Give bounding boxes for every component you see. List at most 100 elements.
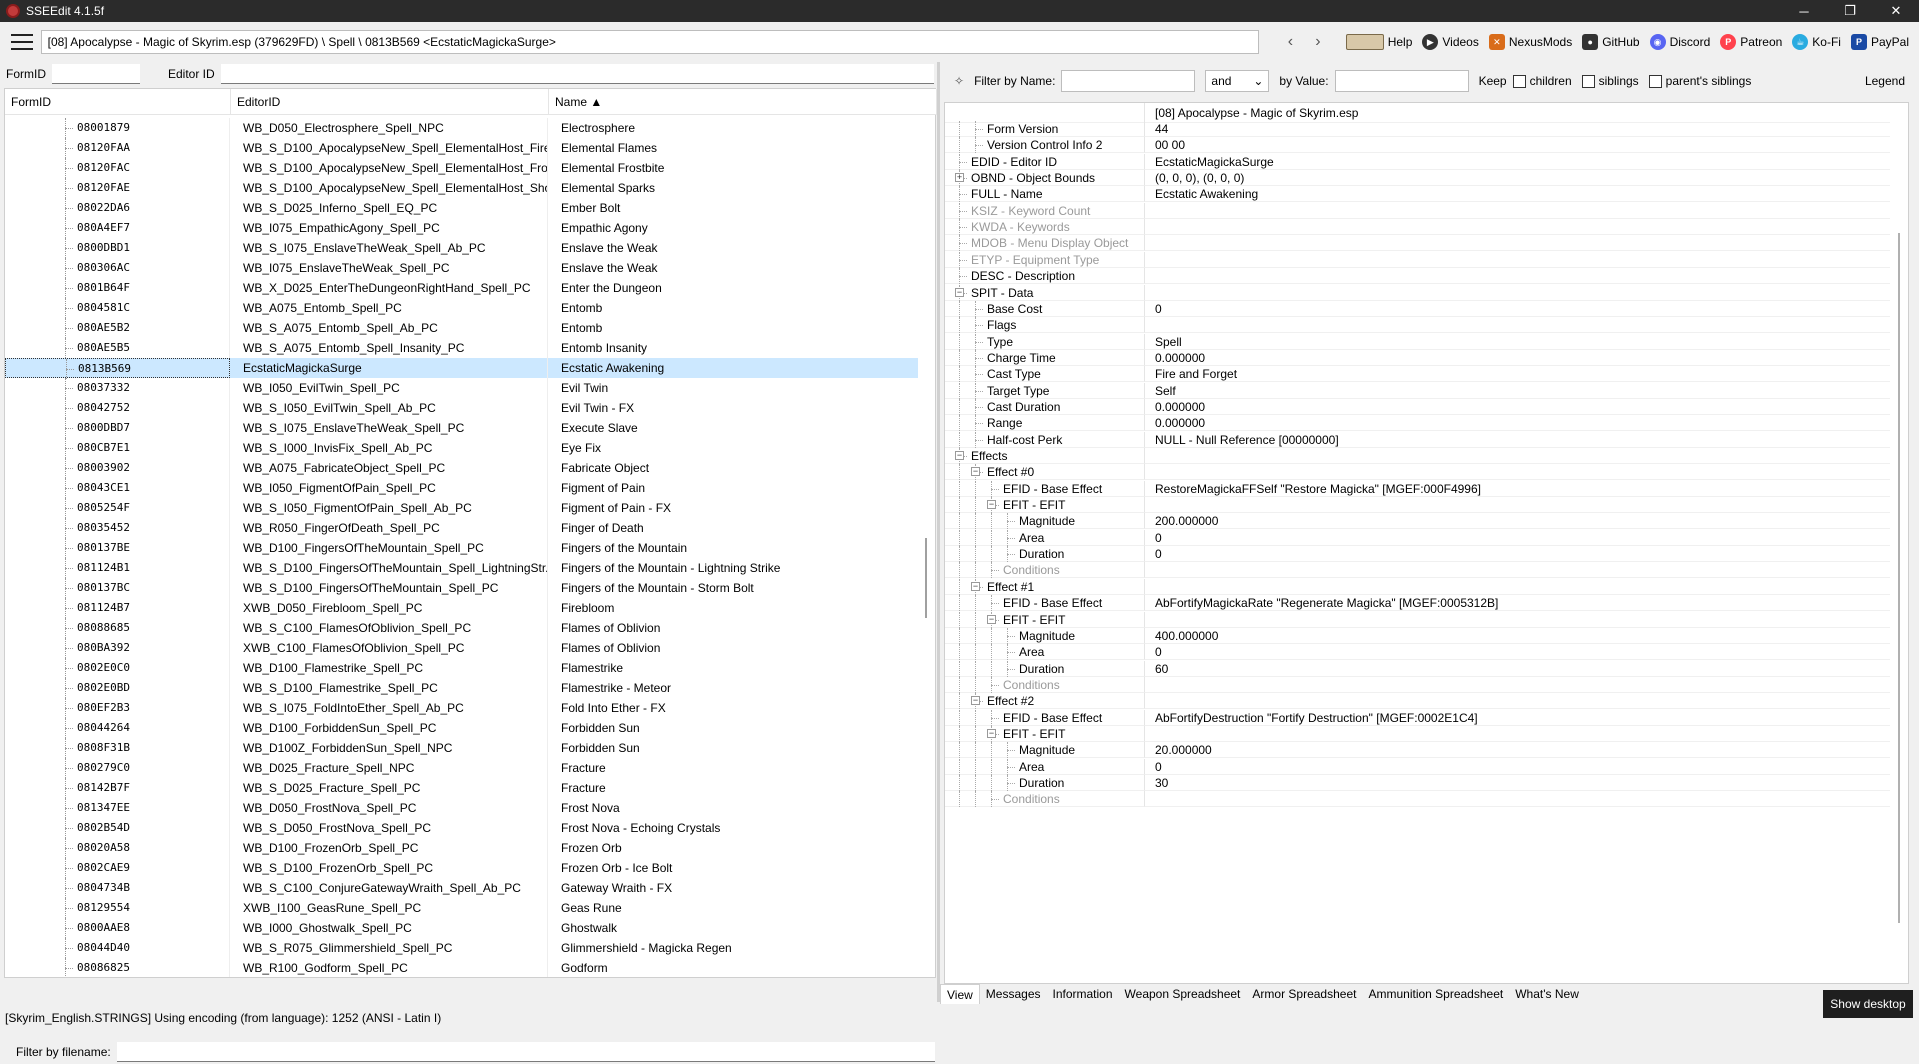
videos-link[interactable]: ▶ Videos <box>1422 34 1479 50</box>
table-row[interactable]: 08044264 WB_D100_ForbiddenSun_Spell_PC For… <box>5 718 918 738</box>
table-row[interactable]: 08042752 WB_S_I050_EvilTwin_Spell_Ab_PC Ev… <box>5 398 918 418</box>
record-field-row[interactable]: Version Control Info 2 00 00 <box>945 137 1890 153</box>
table-row[interactable]: 081124B1 WB_S_D100_FingersOfTheMountain_S… <box>5 558 918 578</box>
table-row[interactable]: 08022DA6 WB_S_D025_Inferno_Spell_EQ_PC Emb… <box>5 198 918 218</box>
table-row[interactable]: 08037332 WB_I050_EvilTwin_Spell_PC Evil Tw… <box>5 378 918 398</box>
record-field-row[interactable]: Area 0 <box>945 759 1890 775</box>
table-row[interactable]: 080A4EF7 WB_I075_EmpathicAgony_Spell_PC Em… <box>5 218 918 238</box>
record-field-row[interactable]: + OBND - Object Bounds (0, 0, 0), (0, 0, 0… <box>945 170 1890 186</box>
table-row[interactable]: 0801B64F WB_X_D025_EnterTheDungeonRightHa… <box>5 278 918 298</box>
filter-name-input[interactable] <box>1061 70 1196 92</box>
collapse-icon[interactable]: − <box>971 582 980 591</box>
table-row[interactable]: 081347EE WB_D050_FrostNova_Spell_PC Frost … <box>5 798 918 818</box>
table-row[interactable]: 0813B569 EcstaticMagickaSurge Ecstatic Awa… <box>5 358 918 379</box>
nexusmods-link[interactable]: ✕ NexusMods <box>1488 34 1572 50</box>
legend-button[interactable]: Legend <box>1865 74 1905 88</box>
kofi-link[interactable]: ☕ Ko-Fi <box>1792 34 1841 50</box>
table-row[interactable]: 08001879 WB_D050_Electrosphere_Spell_NPC E… <box>5 118 918 138</box>
record-field-row[interactable]: − SPIT - Data <box>945 285 1890 301</box>
collapse-icon[interactable]: − <box>971 467 980 476</box>
tab-view[interactable]: View <box>940 984 980 1004</box>
record-field-row[interactable]: Duration 30 <box>945 775 1890 791</box>
table-row[interactable]: 0805254F WB_S_I050_FigmentOfPain_Spell_Ab… <box>5 498 918 518</box>
table-row[interactable]: 08003902 WB_A075_FabricateObject_Spell_PC… <box>5 458 918 478</box>
record-field-row[interactable]: EFID - Base Effect AbFortifyMagickaRate "… <box>945 595 1890 611</box>
record-field-row[interactable]: ETYP - Equipment Type <box>945 252 1890 268</box>
record-field-row[interactable]: Type Spell <box>945 334 1890 350</box>
record-field-row[interactable]: Range 0.000000 <box>945 415 1890 431</box>
children-checkbox[interactable] <box>1512 74 1526 88</box>
record-field-row[interactable]: Cast Duration 0.000000 <box>945 399 1890 415</box>
tab-weapon-spreadsheet[interactable]: Weapon Spreadsheet <box>1119 984 1247 1004</box>
record-field-row[interactable]: Conditions <box>945 677 1890 693</box>
filename-filter-input[interactable] <box>116 1042 935 1062</box>
record-field-row[interactable]: EFID - Base Effect RestoreMagickaFFSelf "… <box>945 481 1890 497</box>
table-row[interactable]: 081124B7 XWB_D050_Firebloom_Spell_PC Fireb… <box>5 598 918 618</box>
record-field-row[interactable]: − EFIT - EFIT <box>945 497 1890 513</box>
parents-siblings-checkbox[interactable] <box>1648 74 1662 88</box>
record-field-row[interactable]: DESC - Description <box>945 268 1890 284</box>
record-field-row[interactable]: KSIZ - Keyword Count <box>945 203 1890 219</box>
table-row[interactable]: 080BA392 XWB_C100_FlamesOfOblivion_Spell_… <box>5 638 918 658</box>
record-field-row[interactable]: KWDA - Keywords <box>945 219 1890 235</box>
and-or-select[interactable]: and ⌄ <box>1205 70 1270 92</box>
table-row[interactable]: 0802E0C0 WB_D100_Flamestrike_Spell_PC Flam… <box>5 658 918 678</box>
record-field-row[interactable]: − EFIT - EFIT <box>945 612 1890 628</box>
close-button[interactable]: ✕ <box>1873 0 1919 22</box>
table-row[interactable]: 08088685 WB_S_C100_FlamesOfOblivion_Spell… <box>5 618 918 638</box>
record-field-row[interactable]: Conditions <box>945 791 1890 807</box>
pin-icon[interactable]: ✧ <box>954 74 964 88</box>
record-field-row[interactable]: Conditions <box>945 562 1890 578</box>
record-field-row[interactable]: − Effect #0 <box>945 464 1890 480</box>
minimize-button[interactable]: ─ <box>1781 0 1827 22</box>
collapse-icon[interactable]: − <box>987 615 996 624</box>
record-field-row[interactable]: Area 0 <box>945 530 1890 546</box>
tab-armor-spreadsheet[interactable]: Armor Spreadsheet <box>1246 984 1362 1004</box>
collapse-icon[interactable]: − <box>987 729 996 738</box>
record-field-row[interactable]: Target Type Self <box>945 383 1890 399</box>
forward-button[interactable]: › <box>1304 30 1332 54</box>
github-link[interactable]: ● GitHub <box>1582 34 1640 50</box>
record-field-row[interactable]: Charge Time 0.000000 <box>945 350 1890 366</box>
table-row[interactable]: 0804581C WB_A075_Entomb_Spell_PC Entomb <box>5 298 918 318</box>
table-row[interactable]: 0804734B WB_S_C100_ConjureGatewayWraith_S… <box>5 878 918 898</box>
record-field-row[interactable]: Magnitude 20.000000 <box>945 742 1890 758</box>
table-row[interactable]: 080EF2B3 WB_S_I075_FoldIntoEther_Spell_Ab… <box>5 698 918 718</box>
table-row[interactable]: 08142B7F WB_S_D025_Fracture_Spell_PC Fract… <box>5 778 918 798</box>
table-row[interactable]: 08043CE1 WB_I050_FigmentOfPain_Spell_PC Fi… <box>5 478 918 498</box>
record-field-row[interactable]: − Effects <box>945 448 1890 464</box>
column-name[interactable]: Name ▲ <box>549 89 937 115</box>
tab-information[interactable]: Information <box>1047 984 1119 1004</box>
table-row[interactable]: 0802E0BD WB_S_D100_Flamestrike_Spell_PC Fl… <box>5 678 918 698</box>
record-field-row[interactable]: Duration 60 <box>945 661 1890 677</box>
table-row[interactable]: 0808F31B WB_D100Z_ForbiddenSun_Spell_NPC F… <box>5 738 918 758</box>
column-formid[interactable]: FormID <box>5 89 231 115</box>
paypal-link[interactable]: P PayPal <box>1850 34 1909 50</box>
path-field[interactable]: [08] Apocalypse - Magic of Skyrim.esp (3… <box>40 30 1259 54</box>
table-row[interactable]: 0800DBD1 WB_S_I075_EnslaveTheWeak_Spell_A… <box>5 238 918 258</box>
record-field-row[interactable]: MDOB - Menu Display Object <box>945 235 1890 251</box>
table-row[interactable]: 080CB7E1 WB_S_I000_InvisFix_Spell_Ab_PC Ey… <box>5 438 918 458</box>
tab-messages[interactable]: Messages <box>980 984 1047 1004</box>
collapse-icon[interactable]: − <box>971 696 980 705</box>
expand-icon[interactable]: + <box>955 173 964 182</box>
record-field-row[interactable]: Cast Type Fire and Forget <box>945 366 1890 382</box>
tab-ammunition-spreadsheet[interactable]: Ammunition Spreadsheet <box>1362 984 1509 1004</box>
column-editorid[interactable]: EditorID <box>231 89 549 115</box>
record-field-row[interactable]: − EFIT - EFIT <box>945 726 1890 742</box>
record-field-row[interactable]: Area 0 <box>945 644 1890 660</box>
patreon-link[interactable]: P Patreon <box>1720 34 1782 50</box>
siblings-checkbox[interactable] <box>1581 74 1595 88</box>
collapse-icon[interactable]: − <box>955 288 964 297</box>
table-row[interactable]: 080279C0 WB_D025_Fracture_Spell_NPC Fractu… <box>5 758 918 778</box>
table-row[interactable]: 0800DBD7 WB_S_I075_EnslaveTheWeak_Spell_P… <box>5 418 918 438</box>
grid-scrollbar[interactable] <box>918 118 935 977</box>
collapse-icon[interactable]: − <box>987 500 996 509</box>
collapse-icon[interactable]: − <box>955 451 964 460</box>
table-row[interactable]: 0802B54D WB_S_D050_FrostNova_Spell_PC Fros… <box>5 818 918 838</box>
table-row[interactable]: 08120FAE WB_S_D100_ApocalypseNew_Spell_El… <box>5 178 918 198</box>
table-row[interactable]: 08044D40 WB_S_R075_Glimmershield_Spell_PC… <box>5 938 918 958</box>
record-field-row[interactable]: Duration 0 <box>945 546 1890 562</box>
table-row[interactable]: 080306AC WB_I075_EnslaveTheWeak_Spell_PC E… <box>5 258 918 278</box>
table-row[interactable]: 0800AAE8 WB_I000_Ghostwalk_Spell_PC Ghostw… <box>5 918 918 938</box>
